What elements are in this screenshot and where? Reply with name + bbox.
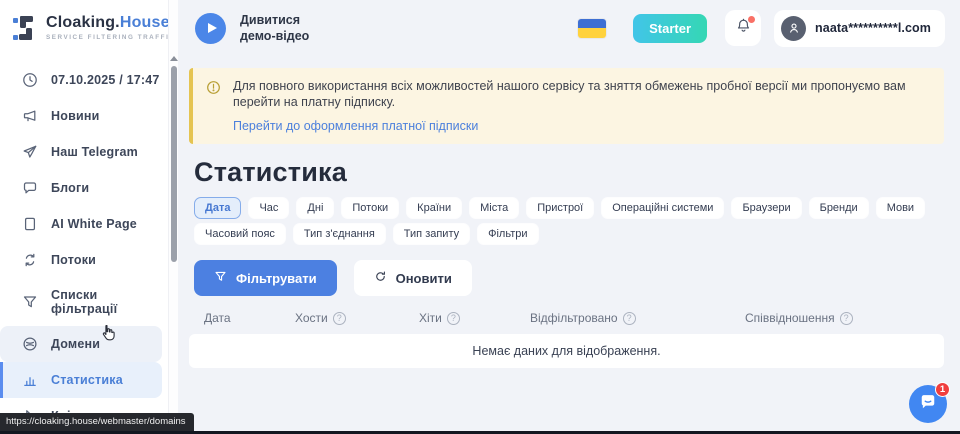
bar-chart-icon	[22, 372, 38, 388]
column-label: Співвідношення	[745, 311, 835, 325]
globe-icon	[22, 336, 38, 352]
sidebar-nav: 07.10.2025 / 17:47 Новини Наш Telegram Блог…	[0, 62, 168, 434]
help-icon[interactable]: ?	[333, 312, 346, 325]
document-icon	[22, 216, 38, 232]
sidebar-item-repeat[interactable]: Потоки	[0, 242, 168, 278]
warning-icon	[206, 80, 221, 100]
tab-7[interactable]: Пристрої	[526, 197, 594, 219]
sidebar-item-clock: 07.10.2025 / 17:47	[0, 62, 168, 98]
logo[interactable]: Cloaking.House SERVICE FILTERING TRAFFIC	[0, 0, 168, 56]
column-label: Хости	[295, 311, 328, 325]
subscription-link[interactable]: Перейти до оформлення платної підписки	[233, 119, 478, 133]
tab-12[interactable]: Часовий пояс	[194, 223, 286, 245]
banner-text: Для повного використання всіх можливосте…	[233, 78, 928, 110]
clock-icon	[22, 72, 38, 88]
notification-dot	[748, 16, 755, 23]
notifications-button[interactable]	[725, 10, 761, 46]
tab-10[interactable]: Бренди	[809, 197, 869, 219]
table-empty-state: Немає даних для відображення.	[189, 334, 944, 368]
sidebar-item-document[interactable]: AI White Page	[0, 206, 168, 242]
table-header: ДатаХости?Хіти?Відфільтровано?Співвіднош…	[189, 311, 944, 325]
page-title: Статистика	[194, 157, 960, 188]
funnel-icon	[22, 294, 38, 310]
cloaking-house-logo-icon	[13, 15, 39, 46]
sidebar-item-funnel[interactable]: Списки фільтрації	[0, 278, 168, 326]
tab-8[interactable]: Операційні системи	[601, 197, 724, 219]
sidebar-item-globe[interactable]: Домени	[0, 326, 162, 362]
tab-2[interactable]: Час	[248, 197, 289, 219]
tab-14[interactable]: Тип запиту	[393, 223, 470, 245]
status-url-tooltip: https://cloaking.house/webmaster/domains	[0, 413, 194, 431]
funnel-icon	[214, 270, 227, 286]
sidebar-item-label: Наш Telegram	[51, 145, 138, 159]
play-icon	[208, 23, 217, 33]
user-account-menu[interactable]: naata**********l.com	[774, 10, 945, 47]
tab-11[interactable]: Мови	[876, 197, 925, 219]
scrollbar-thumb[interactable]	[171, 66, 177, 262]
paper-plane-icon	[22, 144, 38, 160]
sidebar-item-paper-plane[interactable]: Наш Telegram	[0, 134, 168, 170]
stats-tabs: Дата Час Дні Потоки Країни Міста Пристрої Опера…	[194, 197, 934, 245]
sidebar-item-label: Блоги	[51, 181, 89, 195]
column-header: Дата	[189, 311, 295, 325]
topbar: Дивитися демо-відео Starter	[178, 0, 960, 56]
sidebar-scrollbar[interactable]	[168, 0, 178, 434]
user-email: naata**********l.com	[815, 21, 931, 35]
help-icon[interactable]: ?	[623, 312, 636, 325]
tab-9[interactable]: Браузери	[731, 197, 801, 219]
sidebar-item-bar-chart[interactable]: Статистика	[0, 362, 162, 398]
chat-icon	[918, 392, 938, 417]
tab-4[interactable]: Потоки	[341, 197, 399, 219]
play-demo-button[interactable]	[195, 13, 226, 44]
tab-13[interactable]: Тип з'єднання	[293, 223, 386, 245]
column-label: Дата	[204, 311, 231, 325]
refresh-icon	[374, 270, 387, 286]
sidebar-item-chat-bubble[interactable]: Блоги	[0, 170, 168, 206]
tab-15[interactable]: Фільтри	[477, 223, 538, 245]
sidebar-item-label: Потоки	[51, 253, 96, 267]
chat-widget-button[interactable]: 1	[909, 385, 947, 423]
user-avatar-icon	[781, 16, 806, 41]
trial-warning-banner: Для повного використання всіх можливосте…	[189, 68, 944, 144]
actions-row: Фільтрувати Оновити	[194, 260, 944, 296]
sidebar-item-label: Домени	[51, 337, 100, 351]
column-header: Відфільтровано?	[530, 311, 745, 325]
sidebar-item-megaphone[interactable]: Новини	[0, 98, 168, 134]
column-label: Відфільтровано	[530, 311, 618, 325]
sidebar-item-label: AI White Page	[51, 217, 137, 231]
refresh-button[interactable]: Оновити	[354, 260, 472, 296]
logo-title: Cloaking.House	[46, 14, 170, 31]
tab-1[interactable]: Дата	[194, 197, 241, 219]
megaphone-icon	[22, 108, 38, 124]
logo-subtitle: SERVICE FILTERING TRAFFIC	[46, 35, 175, 41]
demo-video-link[interactable]: Дивитися демо-відео	[240, 12, 309, 45]
tab-6[interactable]: Міста	[469, 197, 519, 219]
sidebar-item-label: Статистика	[51, 373, 123, 387]
column-header: Співвідношення?	[745, 311, 944, 325]
scroll-up-arrow-icon[interactable]	[170, 56, 178, 61]
filter-button[interactable]: Фільтрувати	[194, 260, 337, 296]
main-area: Дивитися демо-відео Starter	[178, 0, 960, 434]
help-icon[interactable]: ?	[840, 312, 853, 325]
column-label: Хіти	[419, 311, 442, 325]
language-flag-ukraine[interactable]	[578, 19, 606, 38]
sidebar-item-label: Списки фільтрації	[51, 288, 162, 316]
help-icon[interactable]: ?	[447, 312, 460, 325]
chat-unread-badge: 1	[935, 382, 950, 397]
sidebar: Cloaking.House SERVICE FILTERING TRAFFIC…	[0, 0, 168, 434]
sidebar-item-label: Новини	[51, 109, 99, 123]
sidebar-item-label: 07.10.2025 / 17:47	[51, 73, 160, 87]
repeat-icon	[22, 252, 38, 268]
tab-5[interactable]: Країни	[406, 197, 462, 219]
plan-starter-button[interactable]: Starter	[633, 14, 707, 43]
tab-3[interactable]: Дні	[296, 197, 334, 219]
column-header: Хіти?	[419, 311, 530, 325]
column-header: Хости?	[295, 311, 419, 325]
chat-bubble-icon	[22, 180, 38, 196]
